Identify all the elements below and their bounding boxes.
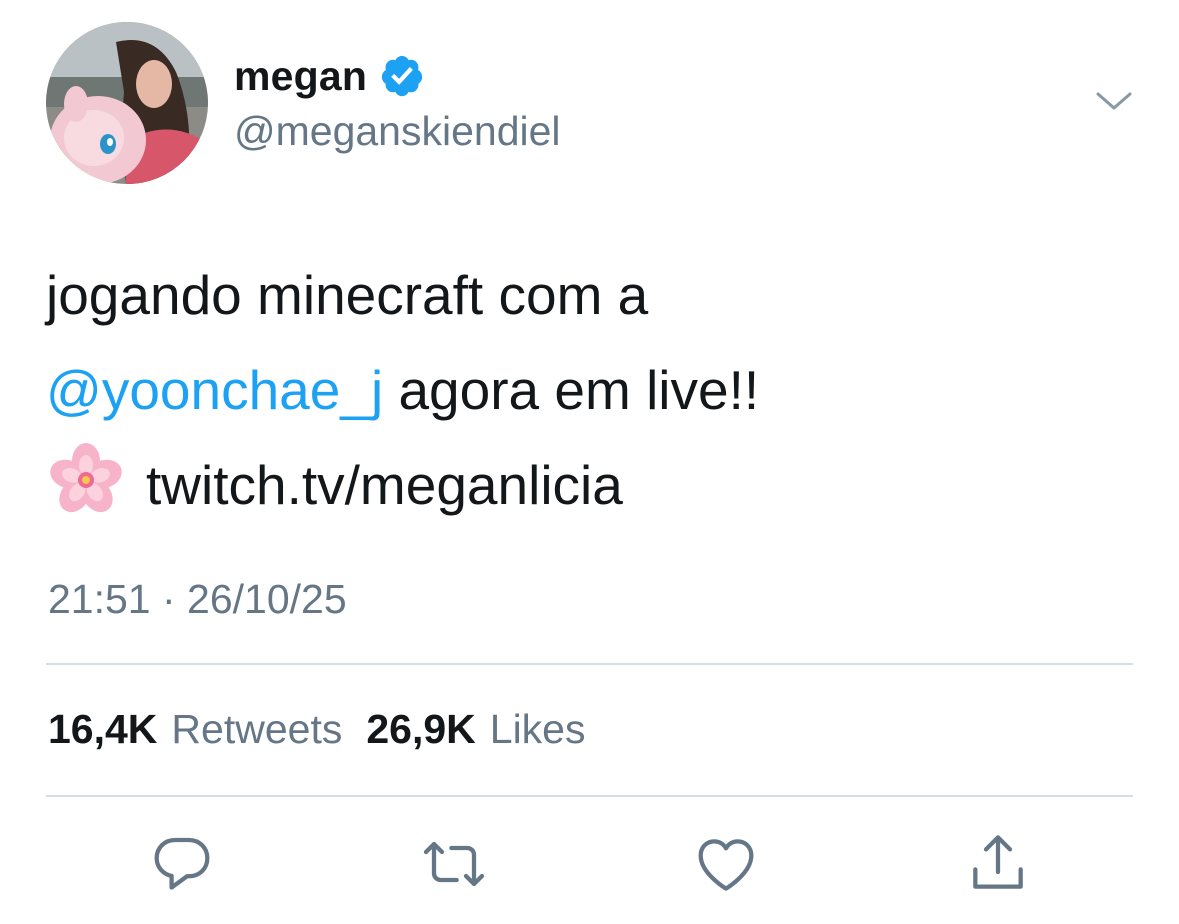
tweet-line-2-text: agora em live!! [383,359,760,421]
divider-bottom [46,795,1133,797]
display-name[interactable]: megan [234,53,367,100]
tweet-stats: 16,4K Retweets 26,9K Likes [48,706,609,753]
tweet-line-2: @yoonchae_j agora em live!! [46,343,1136,438]
tweet-text: jogando minecraft com a @yoonchae_j agor… [46,248,1136,533]
retweet-icon[interactable] [422,832,486,896]
cherry-blossom-icon [46,440,126,520]
tweet-timestamp[interactable]: 21:51 · 26/10/25 [48,576,347,623]
likes-stat[interactable]: 26,9K Likes [366,706,585,753]
likes-label: Likes [489,706,586,752]
like-icon[interactable] [694,832,758,896]
retweets-label: Retweets [171,706,343,752]
tweet-line-1: jogando minecraft com a [46,264,649,326]
likes-count: 26,9K [366,706,476,752]
user-handle[interactable]: @meganskiendiel [234,108,561,155]
share-icon[interactable] [966,832,1030,896]
divider-top [46,663,1133,665]
tweet-line-3: twitch.tv/meganlicia [46,438,1136,533]
retweets-stat[interactable]: 16,4K Retweets [48,706,342,753]
author-name-row[interactable]: megan [234,52,425,100]
avatar-image [46,22,208,184]
tweet-link[interactable]: twitch.tv/meganlicia [146,454,623,516]
avatar[interactable] [46,22,208,184]
mention-link[interactable]: @yoonchae_j [46,359,383,421]
reply-icon[interactable] [150,832,214,896]
verified-badge-icon [379,53,425,99]
chevron-down-icon[interactable] [1094,86,1134,116]
retweets-count: 16,4K [48,706,158,752]
